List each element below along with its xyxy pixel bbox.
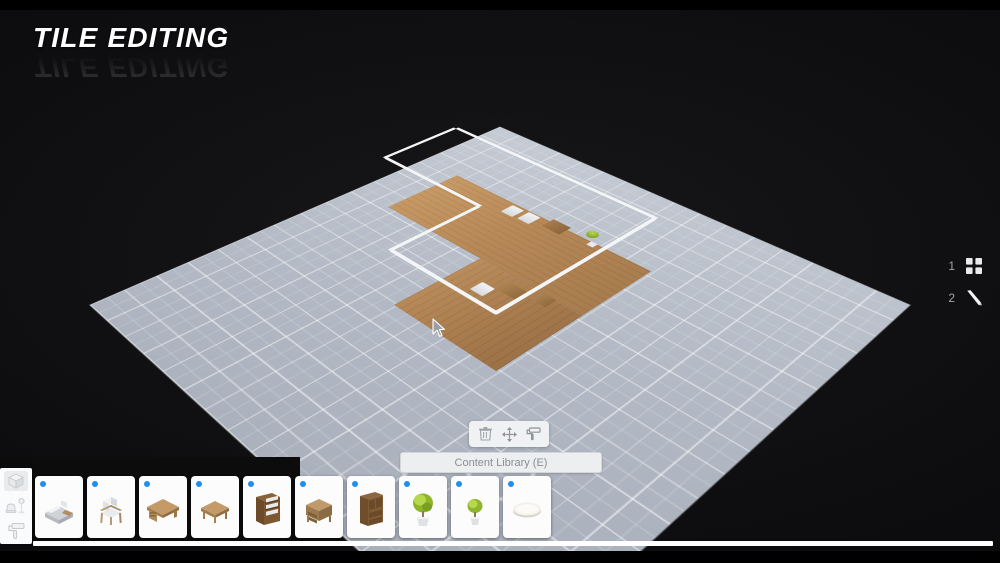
application-root: TILE EDITING TILE EDITING 1 2 Content Li… bbox=[0, 0, 1000, 563]
palette-item-bookshelf[interactable] bbox=[243, 476, 291, 538]
item-marker-dot bbox=[144, 481, 150, 487]
letterbox-bottom bbox=[0, 551, 1000, 563]
screen-title-reflection: TILE EDITING bbox=[33, 53, 229, 81]
palette-tab-materials[interactable] bbox=[4, 521, 28, 541]
palette-category-tabs bbox=[0, 468, 32, 544]
hotkey-number-2: 2 bbox=[945, 292, 955, 304]
wardrobe-icon bbox=[351, 489, 391, 529]
palette-item-chair[interactable] bbox=[87, 476, 135, 538]
item-marker-dot bbox=[40, 481, 46, 487]
desk-icon bbox=[143, 489, 183, 529]
paint-roller-button[interactable] bbox=[521, 424, 545, 444]
screen-title: TILE EDITING bbox=[33, 24, 229, 52]
item-marker-dot bbox=[196, 481, 202, 487]
item-marker-dot bbox=[508, 481, 514, 487]
palette-item-strip bbox=[35, 474, 551, 538]
object-mini-toolbar bbox=[469, 421, 549, 447]
letterbox-top bbox=[0, 0, 1000, 10]
palette-item-nightstand[interactable] bbox=[295, 476, 343, 538]
palette-item-plant-small[interactable] bbox=[451, 476, 499, 538]
armchair-icon bbox=[39, 489, 79, 529]
palette-item-plant-large[interactable] bbox=[399, 476, 447, 538]
palette-item-armchair[interactable] bbox=[35, 476, 83, 538]
item-palette bbox=[0, 463, 1000, 551]
tile-grid-icon bbox=[964, 256, 984, 276]
palette-item-desk[interactable] bbox=[139, 476, 187, 538]
item-marker-dot bbox=[352, 481, 358, 487]
round-table-icon bbox=[507, 489, 547, 529]
item-marker-dot bbox=[456, 481, 462, 487]
pencil-icon bbox=[964, 288, 984, 308]
screen-title-block: TILE EDITING TILE EDITING bbox=[33, 24, 229, 81]
chair-icon bbox=[91, 489, 131, 529]
plant-large-icon bbox=[403, 489, 443, 529]
hotkey-number-1: 1 bbox=[945, 260, 955, 272]
plant-small-icon bbox=[455, 489, 495, 529]
item-marker-dot bbox=[300, 481, 306, 487]
palette-horizontal-scrollbar[interactable] bbox=[33, 541, 993, 546]
bookshelf-icon bbox=[247, 489, 287, 529]
palette-tab-objects[interactable] bbox=[4, 496, 28, 516]
item-marker-dot bbox=[404, 481, 410, 487]
delete-button[interactable] bbox=[473, 424, 497, 444]
hotkey-paint-tool[interactable]: 2 bbox=[945, 288, 984, 308]
move-button[interactable] bbox=[497, 424, 521, 444]
palette-item-wardrobe[interactable] bbox=[347, 476, 395, 538]
palette-tab-tiles[interactable] bbox=[4, 471, 28, 491]
hotkey-panel: 1 2 bbox=[945, 256, 984, 308]
nightstand-icon bbox=[299, 489, 339, 529]
palette-item-round-table[interactable] bbox=[503, 476, 551, 538]
table-icon bbox=[195, 489, 235, 529]
palette-item-table[interactable] bbox=[191, 476, 239, 538]
hotkey-tile-tool[interactable]: 1 bbox=[945, 256, 984, 276]
item-marker-dot bbox=[92, 481, 98, 487]
item-marker-dot bbox=[248, 481, 254, 487]
mouse-cursor bbox=[432, 318, 446, 338]
